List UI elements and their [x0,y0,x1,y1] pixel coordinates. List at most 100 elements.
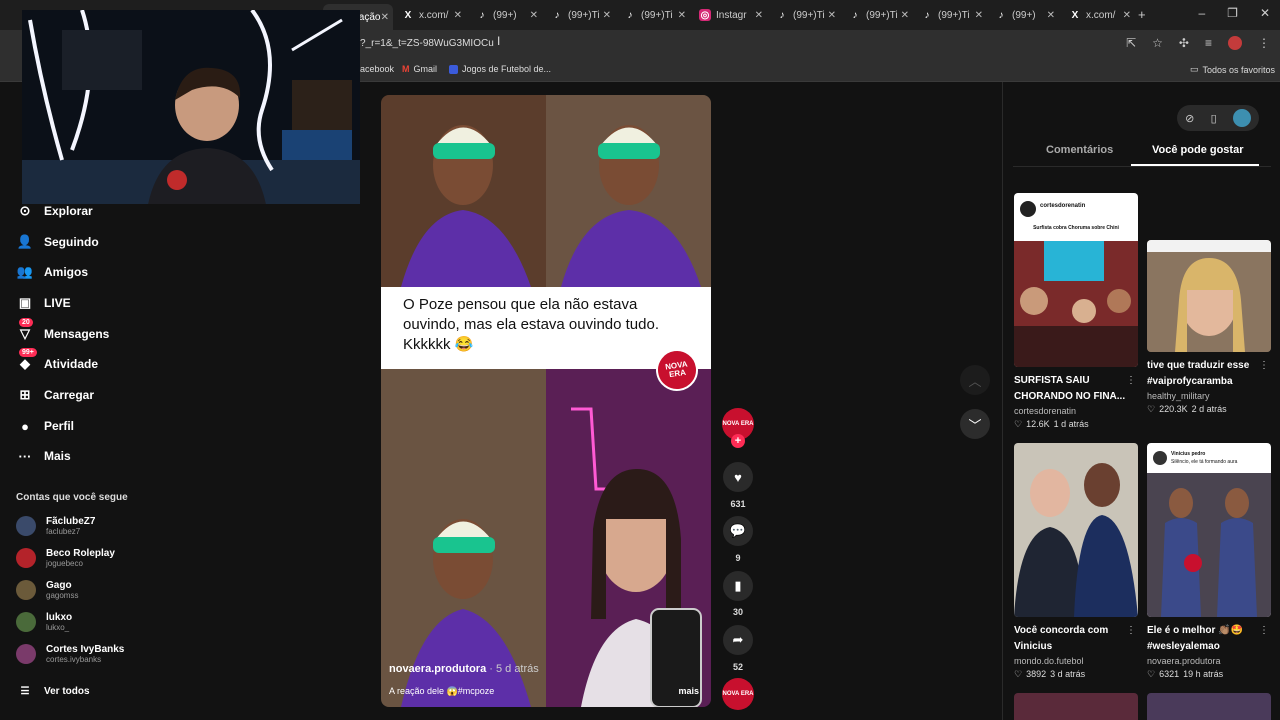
url-input[interactable]: ?_r=1&_t=ZS-98WuG3MIOCu [360,38,494,49]
follow-plus-icon[interactable]: + [731,434,745,448]
avatar [16,612,36,632]
phone-icon[interactable]: ▯ [1211,112,1217,125]
browser-tab[interactable]: ♪ (99+)Ti ✕ [915,4,987,26]
browser-tab[interactable]: ♪ (99+)Ti ✕ [618,4,690,26]
save-button[interactable]: ▮ [723,571,753,601]
followed-account[interactable]: lukxo lukxo_ [16,612,72,632]
close-tab-icon[interactable]: ✕ [975,10,983,21]
video-thumbnail[interactable]: Vinicius pedro Silêncio, ele tá formando… [1147,443,1271,617]
close-tab-icon[interactable]: ✕ [678,10,686,21]
card-more-icon[interactable]: ⋮ [1126,375,1136,386]
close-tab-icon[interactable]: ✕ [901,10,909,21]
comment-button[interactable]: 💬 [723,516,753,546]
browser-tab[interactable]: ♪ (99+) ✕ [989,4,1059,26]
minimize-icon[interactable]: – [1198,6,1205,20]
card-more-icon[interactable]: ⋮ [1259,360,1269,371]
extensions-icon[interactable]: ✣ [1179,36,1189,50]
browser-menu-icon[interactable]: ⋮ [1258,36,1270,50]
card-author[interactable]: mondo.do.futebol [1014,656,1138,666]
sidebar-item-upload[interactable]: ⊞ Carregar [16,386,94,404]
user-avatar[interactable] [1232,109,1251,127]
card-title[interactable]: Você concorda com Vinicius [1014,623,1130,655]
partial-thumbnail[interactable] [1147,693,1271,720]
tab-you-may-like[interactable]: Você pode gostar [1152,144,1243,156]
previous-video-button[interactable]: ︿ [960,365,990,395]
card-likes: 12.6K [1026,419,1050,429]
share-button[interactable]: ➦ [723,625,753,655]
followed-account[interactable]: Gago gagomss [16,580,78,600]
video-author[interactable]: novaera.produtora · 5 d atrás [389,663,539,675]
next-video-button[interactable]: ﹀ [960,409,990,439]
card-title[interactable]: tive que traduzir esse #vaiprofycaramba [1147,358,1263,390]
close-tab-icon[interactable]: ✕ [530,10,538,21]
recommended-video-card[interactable]: cortesdorenatin Surfista cobra Choruma s… [1014,193,1138,430]
sidebar-item-more[interactable]: ··· Mais [16,447,71,465]
sidebar-item-live[interactable]: ▣ LIVE [16,294,71,312]
new-tab-button[interactable]: + [1138,7,1146,22]
bookmark-star-icon[interactable]: ☆ [1152,36,1163,50]
compass-icon[interactable]: ⊘ [1185,112,1194,125]
sidebar-item-friends[interactable]: 👥 Amigos [16,263,88,281]
video-top-frames [381,95,711,287]
account-handle: gagomss [46,591,79,600]
recommended-video-card[interactable]: Você concorda com Vinicius ⋮ mondo.do.fu… [1014,443,1138,680]
browser-tab[interactable]: ♪ (99+) ✕ [470,4,542,26]
sound-disc[interactable]: NOVA ERA [722,678,754,710]
video-time: · 5 d atrás [489,663,539,675]
bookmark-jogos[interactable]: Jogos de Futebol de... [449,64,551,74]
card-author[interactable]: novaera.produtora [1147,656,1271,666]
upload-icon: ⊞ [19,387,31,402]
browser-tab[interactable]: ♪ (99+)Ti ✕ [843,4,913,26]
video-author-name[interactable]: novaera.produtora [389,663,486,675]
close-tab-icon[interactable]: ✕ [454,10,462,21]
close-tab-icon[interactable]: ✕ [381,12,389,23]
tab-label: (99+)Ti [568,9,600,21]
maximize-icon[interactable]: ❐ [1227,6,1238,20]
card-author[interactable]: cortesdorenatin [1014,406,1138,416]
profile-avatar-icon[interactable] [1228,36,1242,50]
friends-icon: 👥 [16,264,34,279]
browser-tab[interactable]: ♪ (99+)Ti ✕ [545,4,615,26]
more-link[interactable]: mais [678,686,699,696]
partial-thumbnail[interactable] [1014,693,1138,720]
like-button[interactable]: ♥ [723,462,753,492]
bookmark-facebook[interactable]: acebook [360,64,394,74]
tab-comments[interactable]: Comentários [1046,144,1113,156]
browser-tab[interactable]: Xx.com/ ✕ [396,4,466,26]
save-count: 30 [732,607,743,617]
close-tab-icon[interactable]: ✕ [755,10,763,21]
see-all-link[interactable]: ☰ Ver todos [16,682,90,700]
video-thumbnail[interactable]: cortesdorenatin Surfista cobra Choruma s… [1014,193,1138,367]
followed-account[interactable]: Beco Roleplay joguebeco [16,548,115,568]
cast-icon[interactable]: ⇱ [1126,36,1136,50]
bookmark-gmail[interactable]: M Gmail [402,64,437,74]
sidebar-item-activity[interactable]: ◆ 99+ Atividade [16,348,98,373]
card-title[interactable]: SURFISTA SAIU CHORANDO NO FINA... [1014,373,1130,405]
card-more-icon[interactable]: ⋮ [1259,625,1269,636]
thumb-image [1147,473,1271,617]
sidebar-item-messages[interactable]: ▽ 20 Mensagens [16,318,109,343]
media-icon[interactable]: ≡ [1205,36,1212,50]
all-bookmarks[interactable]: ▭ Todos os favoritos [1190,64,1275,75]
video-thumbnail[interactable] [1147,240,1271,352]
close-window-icon[interactable]: ✕ [1260,6,1270,20]
close-tab-icon[interactable]: ✕ [828,10,836,21]
sidebar-item-profile[interactable]: ● Perfil [16,417,74,435]
card-author[interactable]: healthy_military [1147,391,1271,401]
card-more-icon[interactable]: ⋮ [1126,625,1136,636]
close-tab-icon[interactable]: ✕ [1123,10,1131,21]
sidebar-item-explore[interactable]: ⊙ Explorar [16,202,93,220]
followed-account[interactable]: FãclubeZ7 faclubez7 [16,516,95,536]
video-thumbnail[interactable] [1014,443,1138,617]
card-title[interactable]: Ele é o melhor 👏🏽🤩 #wesleyalemao [1147,623,1263,655]
browser-tab[interactable]: ♪ (99+)Ti ✕ [770,4,840,26]
close-tab-icon[interactable]: ✕ [1047,10,1055,21]
close-tab-icon[interactable]: ✕ [603,10,611,21]
followed-account[interactable]: Cortes IvyBanks cortes.ivybanks [16,644,124,664]
sidebar-item-following[interactable]: 👤 Seguindo [16,233,99,251]
video-player[interactable]: O Poze pensou que ela não estava ouvindo… [381,95,711,707]
recommended-video-card[interactable]: Vinicius pedro Silêncio, ele tá formando… [1147,443,1271,680]
recommended-video-card[interactable]: tive que traduzir esse #vaiprofycaramba … [1147,240,1271,415]
browser-tab[interactable]: ◎ Instagr ✕ [693,4,767,26]
browser-tab[interactable]: Xx.com/ ✕ [1063,4,1135,26]
